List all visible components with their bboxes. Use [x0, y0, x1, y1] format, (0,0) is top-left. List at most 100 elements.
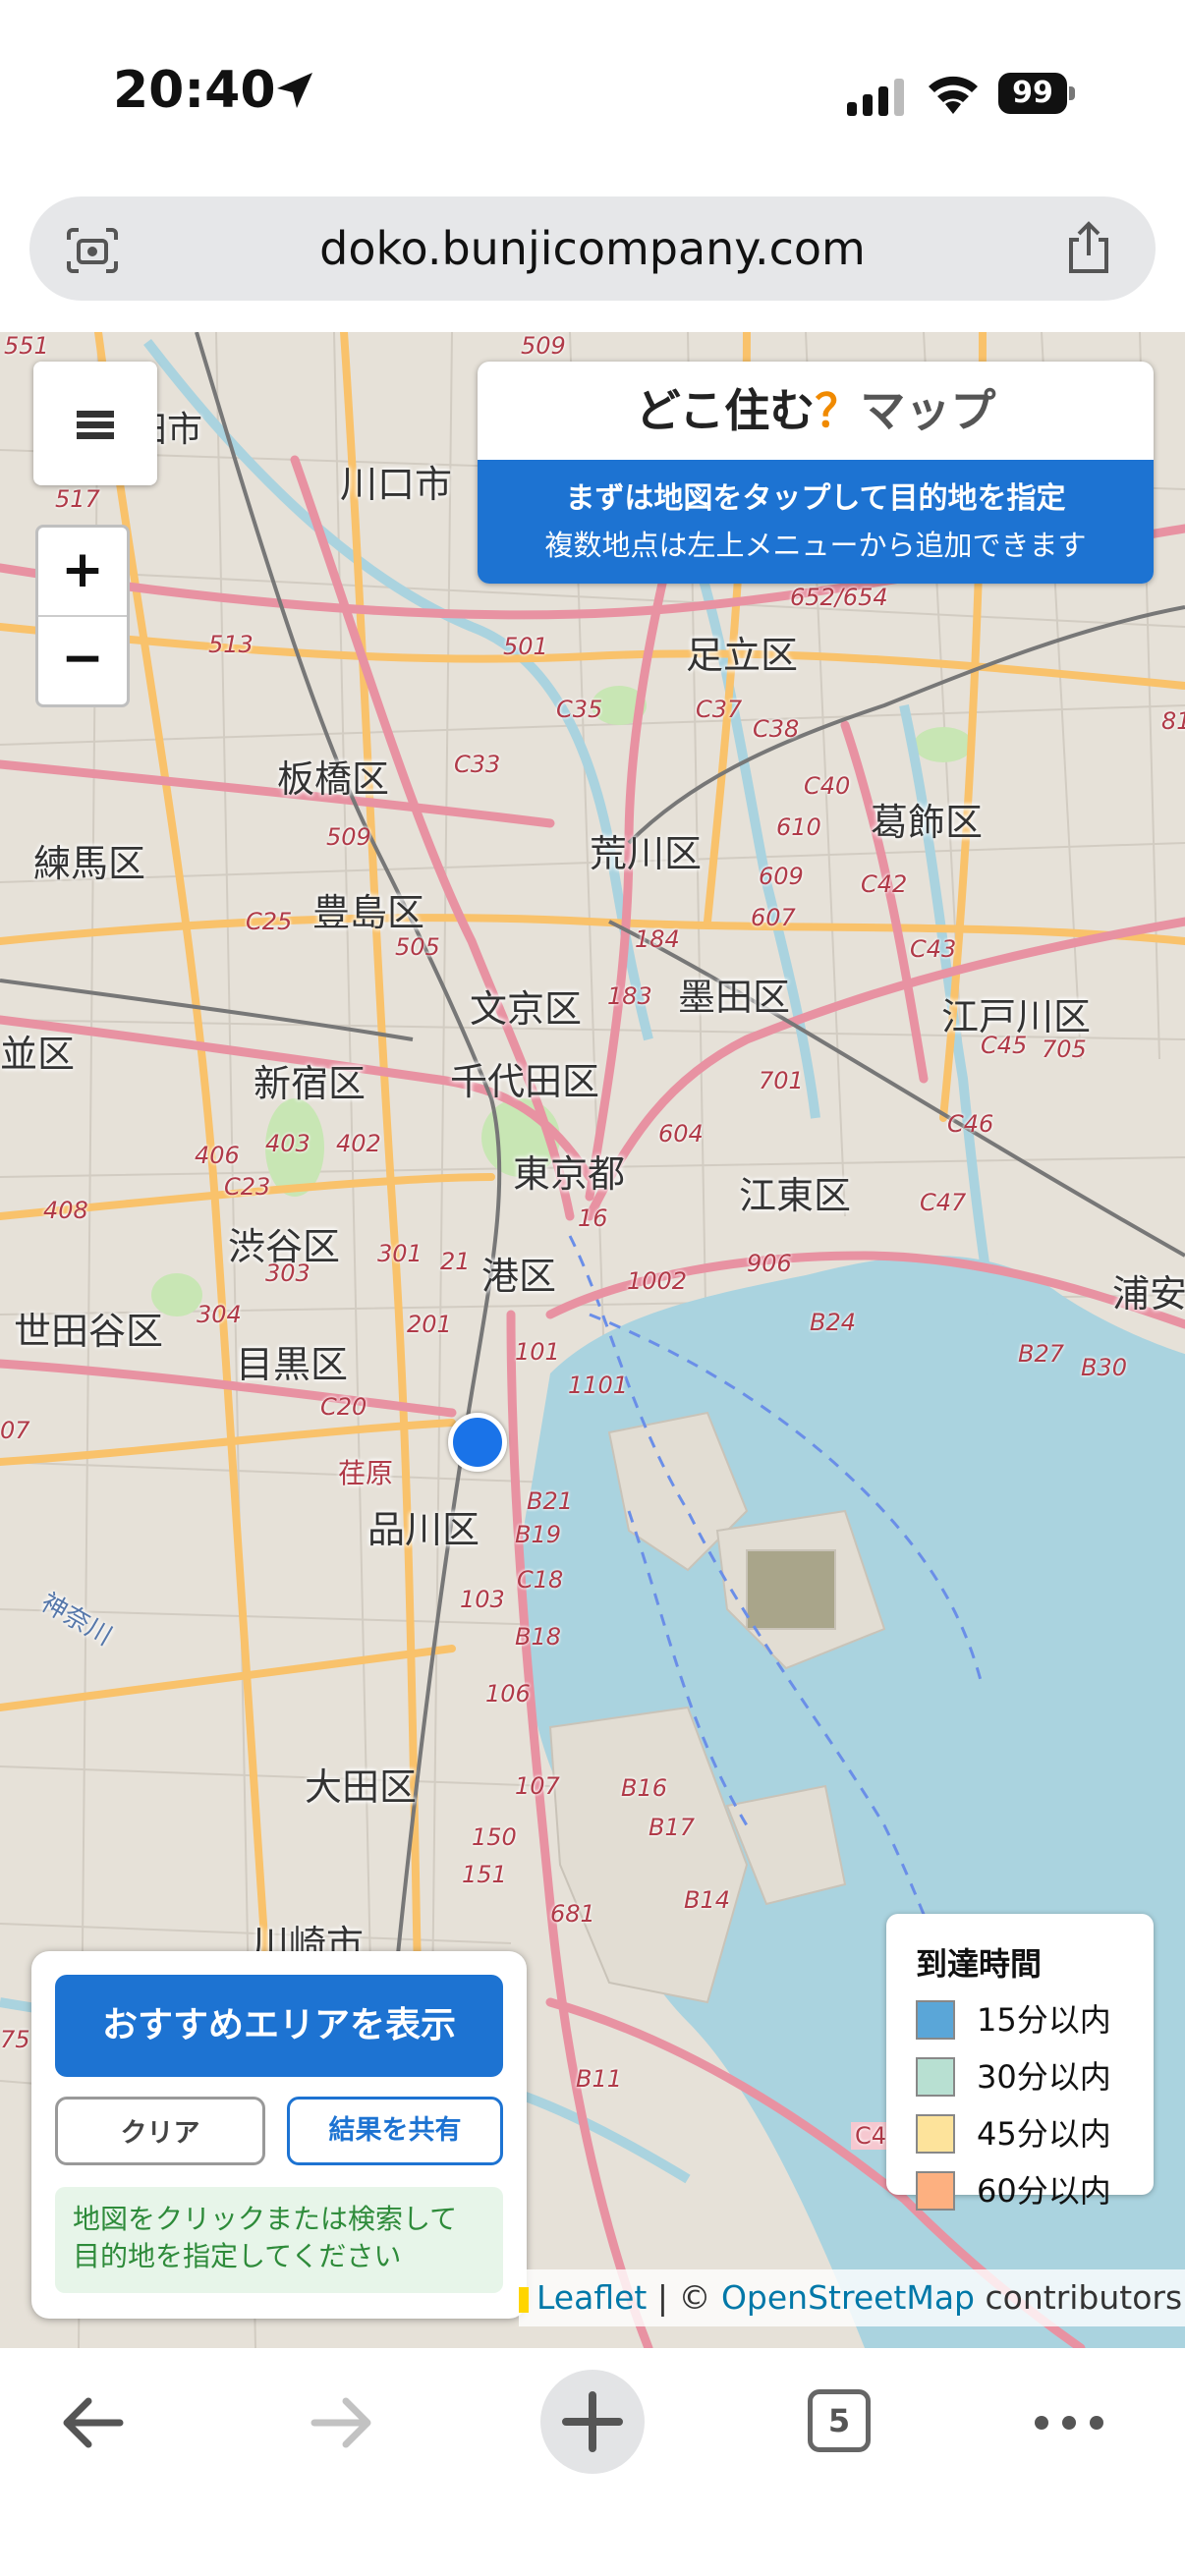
legend-swatch	[916, 2057, 955, 2097]
location-marker[interactable]	[448, 1413, 507, 1472]
zoom-out-button[interactable]: −	[38, 616, 127, 703]
attribution-tail: contributors	[975, 2278, 1183, 2317]
place-label: 足立区	[686, 634, 799, 677]
road-number: C35	[556, 696, 603, 723]
legend-label: 15分以内	[977, 2001, 1111, 2039]
road-number: 304	[197, 1301, 242, 1328]
road-number: 183	[607, 982, 652, 1010]
status-bar: 20:40 99	[0, 0, 1185, 187]
tabs-button[interactable]: 5	[804, 2385, 878, 2460]
layers-menu-button[interactable]	[33, 362, 157, 485]
road-number: 505	[395, 933, 440, 961]
road-number: 705	[1042, 1036, 1087, 1063]
battery-indicator: 99	[998, 73, 1077, 114]
road-number: B17	[649, 1814, 696, 1841]
place-label: 文京区	[470, 987, 583, 1031]
legend-label: 30分以内	[977, 2058, 1111, 2096]
road-number: 906	[747, 1250, 792, 1277]
title-map: マップ	[860, 384, 996, 437]
openstreetmap-link[interactable]: OpenStreetMap	[721, 2278, 975, 2317]
road-number: C33	[454, 751, 501, 778]
road-number: C38	[753, 715, 800, 743]
plus-icon	[562, 2391, 623, 2452]
place-label: 江東区	[739, 1174, 852, 1217]
legend-swatch	[916, 2114, 955, 2154]
road-number: 150	[472, 1823, 517, 1851]
leaflet-link[interactable]: Leaflet	[536, 2278, 647, 2317]
road-number: B18	[515, 1623, 562, 1651]
show-recommended-areas-button[interactable]: おすすめエリアを表示	[55, 1975, 503, 2077]
road-number: 75	[0, 2026, 30, 2053]
road-number: 408	[43, 1197, 88, 1224]
road-number: B16	[621, 1774, 668, 1802]
road-number: 607	[751, 904, 796, 931]
road-number: 81	[1161, 707, 1185, 735]
question-icon: ？	[815, 384, 861, 437]
road-number: C37	[696, 696, 743, 723]
road-number: B19	[515, 1521, 562, 1548]
road-number: B21	[527, 1487, 574, 1515]
ukraine-flag-icon	[519, 2286, 529, 2313]
tab-count: 5	[808, 2389, 871, 2452]
legend-label: 45分以内	[977, 2115, 1111, 2153]
place-label: 板橋区	[277, 757, 390, 801]
instruction-banner: まずは地図をタップして目的地を指定 複数地点は左上メニューから追加できます	[478, 460, 1154, 584]
road-number: C47	[920, 1189, 967, 1216]
road-number: 07	[0, 1417, 30, 1444]
battery-level: 99	[1012, 76, 1053, 110]
location-arrow-icon	[277, 73, 312, 108]
road-number: C40	[804, 772, 851, 800]
place-label: 大田区	[305, 1765, 418, 1809]
road-number: 301	[377, 1240, 423, 1267]
cellular-signal-icon	[847, 79, 904, 116]
road-number: 151	[462, 1861, 507, 1888]
place-label: 墨田区	[678, 976, 791, 1019]
hint-line: 目的地を指定してください	[73, 2240, 402, 2272]
road-number: 681	[550, 1900, 595, 1928]
road-number: B27	[1018, 1340, 1065, 1368]
attribution-separator: | ©	[647, 2278, 721, 2317]
hint-line: 地図をクリックまたは検索して	[73, 2203, 458, 2235]
forward-arrow-icon[interactable]	[305, 2385, 379, 2460]
road-number: C4	[851, 2122, 891, 2150]
road-number: 403	[265, 1130, 310, 1157]
zoom-in-button[interactable]: +	[38, 528, 127, 617]
action-panel: おすすめエリアを表示 クリア 結果を共有 地図をクリックまたは検索して 目的地を…	[31, 1951, 527, 2319]
instruction-secondary: 複数地点は左上メニューから追加できます	[544, 529, 1087, 562]
place-label: 港区	[481, 1255, 557, 1298]
road-number: 402	[336, 1130, 381, 1157]
new-tab-button[interactable]	[540, 2370, 645, 2474]
legend-swatch	[916, 2171, 955, 2211]
road-number: 509	[521, 332, 566, 360]
road-number: C18	[517, 1566, 564, 1594]
url-text[interactable]: doko.bunjicompany.com	[29, 196, 1156, 301]
place-label: 荏原	[338, 1457, 394, 1489]
address-bar[interactable]: doko.bunjicompany.com	[29, 196, 1156, 301]
road-number: C23	[224, 1173, 271, 1201]
road-number: 106	[485, 1680, 531, 1708]
place-label: 東京都	[513, 1152, 626, 1196]
travel-time-legend: 到達時間 15分以内 30分以内 45分以内 60分以内	[886, 1914, 1154, 2211]
place-label: 世田谷区	[14, 1310, 164, 1353]
app-title: どこ住む？マップ	[478, 362, 1154, 460]
road-number: 609	[759, 863, 804, 890]
place-label: 豊島区	[312, 891, 425, 934]
place-label: 千代田区	[450, 1060, 600, 1103]
road-number: 701	[759, 1067, 804, 1094]
road-number: 201	[407, 1311, 452, 1338]
share-results-button[interactable]: 結果を共有	[287, 2097, 503, 2165]
clear-button[interactable]: クリア	[55, 2097, 265, 2165]
road-number: 16	[578, 1204, 608, 1232]
back-arrow-icon[interactable]	[55, 2385, 130, 2460]
place-label: 品川区	[367, 1508, 480, 1551]
place-label: 浦安	[1112, 1272, 1185, 1316]
share-icon[interactable]	[1059, 218, 1118, 277]
road-number: 517	[55, 485, 100, 513]
place-label: 練馬区	[33, 842, 146, 885]
map-canvas[interactable]: 戸田市 川口市 足立区 板橋区 葛飾区 練馬区 荒川区 豊島区 文京区 墨田区 …	[0, 332, 1185, 2348]
road-number: B24	[810, 1309, 857, 1336]
map-attribution: Leaflet | © OpenStreetMap contributors	[519, 2269, 1185, 2326]
place-label: 荒川区	[590, 832, 703, 875]
road-number: C25	[246, 908, 293, 935]
more-options-icon[interactable]	[1032, 2403, 1106, 2442]
